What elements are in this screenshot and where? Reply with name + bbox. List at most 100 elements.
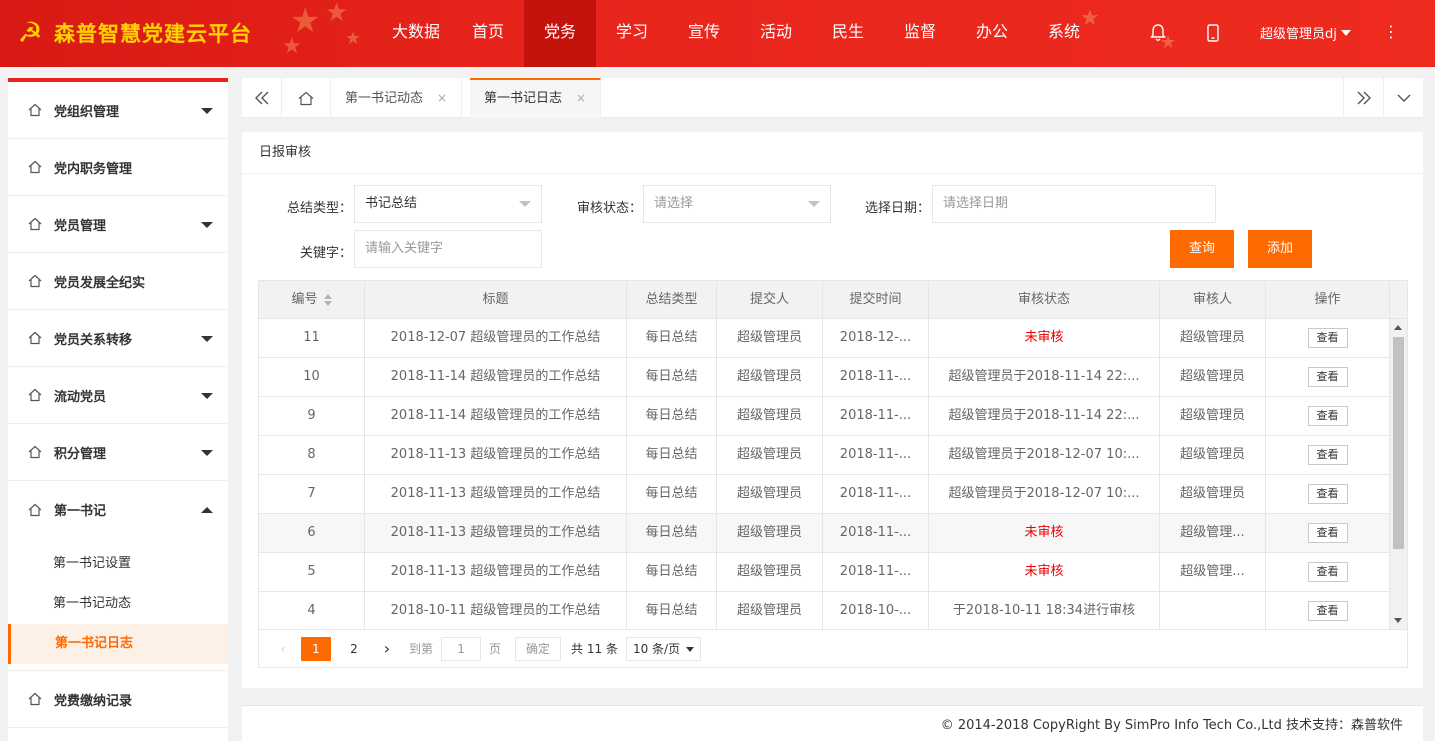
keyword-input-placeholder: 请输入关键字 xyxy=(365,241,444,256)
nav-item-home[interactable]: 首页 xyxy=(452,0,524,67)
sidebar-item-org-management[interactable]: 党组织管理 xyxy=(8,82,228,139)
goto-page-input[interactable]: 1 xyxy=(441,636,482,661)
home-icon xyxy=(298,91,314,105)
table-header: 编号 标题 总结类型 提交人 提交时间 审核状态 审核人 操作 xyxy=(259,281,1407,319)
nav-item-office[interactable]: 办公 xyxy=(956,0,1028,67)
type-select[interactable]: 书记总结 xyxy=(354,185,542,223)
tab-label: 第一书记动态 xyxy=(345,91,424,106)
cell-action: 查看 xyxy=(1266,397,1390,435)
scroll-up-icon[interactable] xyxy=(1394,325,1402,330)
view-button[interactable]: 查看 xyxy=(1307,444,1348,465)
tab-menu-button[interactable] xyxy=(1383,78,1423,118)
cell-action: 查看 xyxy=(1266,592,1390,629)
scroll-left-button[interactable] xyxy=(242,78,282,118)
page-button-1[interactable]: 1 xyxy=(301,636,331,661)
page-size-select[interactable]: 10 条/页 xyxy=(625,636,702,661)
sidebar-subitem-secretary-log[interactable]: 第一书记日志 xyxy=(8,624,228,664)
page-unit-label: 页 xyxy=(489,642,502,656)
sidebar-item-party-positions[interactable]: 党内职务管理 xyxy=(8,139,228,196)
scroll-right-button[interactable] xyxy=(1343,78,1383,118)
query-button[interactable]: 查询 xyxy=(1170,230,1234,268)
table-row[interactable]: 4 2018-10-11 超级管理员的工作总结 每日总结 超级管理员 2018-10-.… xyxy=(259,592,1407,629)
double-chevron-right-icon xyxy=(1357,91,1371,105)
sidebar-item-dues-records[interactable]: 党费缴纳记录 xyxy=(8,671,228,728)
nav-item-activity[interactable]: 活动 xyxy=(740,0,812,67)
home-icon xyxy=(28,160,42,174)
sidebar: 党组织管理 党内职务管理 党员管理 党员发展全纪实 党员关系转移 流动党员 积分… xyxy=(8,78,228,741)
sidebar-subitem-secretary-settings[interactable]: 第一书记设置 xyxy=(8,544,228,584)
user-menu[interactable]: 超级管理员dj xyxy=(1260,23,1351,42)
sidebar-item-relation-transfer[interactable]: 党员关系转移 xyxy=(8,310,228,367)
add-button[interactable]: 添加 xyxy=(1248,230,1312,268)
view-button[interactable]: 查看 xyxy=(1307,405,1348,426)
cell-type: 每日总结 xyxy=(627,319,717,357)
cell-type: 每日总结 xyxy=(627,397,717,435)
sidebar-item-member-management[interactable]: 党员管理 xyxy=(8,196,228,253)
sidebar-item-first-secretary[interactable]: 第一书记 xyxy=(8,481,228,538)
more-vertical-icon[interactable]: ⋮ xyxy=(1383,22,1399,41)
view-button[interactable]: 查看 xyxy=(1307,366,1348,387)
nav-item-bigdata[interactable]: 大数据 xyxy=(380,0,452,67)
caret-down-icon xyxy=(808,201,820,207)
page-button-2[interactable]: 2 xyxy=(339,637,369,661)
nav-item-study[interactable]: 学习 xyxy=(596,0,668,67)
view-button[interactable]: 查看 xyxy=(1307,561,1348,582)
scroll-down-icon[interactable] xyxy=(1394,618,1402,623)
column-header-time: 提交时间 xyxy=(823,281,929,318)
nav-item-system[interactable]: 系统 xyxy=(1028,0,1100,67)
next-page-button[interactable]: › xyxy=(377,637,397,661)
sidebar-item-member-development[interactable]: 党员发展全纪实 xyxy=(8,253,228,310)
cell-action: 查看 xyxy=(1266,553,1390,591)
sidebar-item-label: 第一书记 xyxy=(54,504,107,519)
date-input[interactable]: 请选择日期 xyxy=(932,185,1216,223)
cell-id: 10 xyxy=(259,358,365,396)
bell-icon[interactable] xyxy=(1148,24,1168,44)
nav-item-livelihood[interactable]: 民生 xyxy=(812,0,884,67)
view-button[interactable]: 查看 xyxy=(1307,327,1348,348)
goto-confirm-button[interactable]: 确定 xyxy=(515,636,562,661)
goto-label: 到第 xyxy=(409,642,434,656)
vertical-scrollbar[interactable] xyxy=(1390,319,1407,629)
home-icon xyxy=(28,103,42,117)
app-title: 森普智慧党建云平台 xyxy=(54,22,252,46)
view-button[interactable]: 查看 xyxy=(1307,483,1348,504)
view-button[interactable]: 查看 xyxy=(1307,522,1348,543)
cell-submitter: 超级管理员 xyxy=(717,397,823,435)
chevron-down-icon xyxy=(1397,94,1410,102)
table-row[interactable]: 9 2018-11-14 超级管理员的工作总结 每日总结 超级管理员 2018-11-.… xyxy=(259,397,1407,436)
table-row[interactable]: 6 2018-11-13 超级管理员的工作总结 每日总结 超级管理员 2018-11-.… xyxy=(259,514,1407,553)
nav-item-publicity[interactable]: 宣传 xyxy=(668,0,740,67)
sidebar-item-mobile-members[interactable]: 流动党员 xyxy=(8,367,228,424)
table-row[interactable]: 5 2018-11-13 超级管理员的工作总结 每日总结 超级管理员 2018-11-.… xyxy=(259,553,1407,592)
table-row[interactable]: 7 2018-11-13 超级管理员的工作总结 每日总结 超级管理员 2018-11-.… xyxy=(259,475,1407,514)
table-row[interactable]: 11 2018-12-07 超级管理员的工作总结 每日总结 超级管理员 2018-12-… xyxy=(259,319,1407,358)
keyword-input[interactable]: 请输入关键字 xyxy=(354,230,542,268)
status-select[interactable]: 请选择 xyxy=(643,185,831,223)
table-row[interactable]: 10 2018-11-14 超级管理员的工作总结 每日总结 超级管理员 2018-11-… xyxy=(259,358,1407,397)
tab-secretary-log[interactable]: 第一书记日志 × xyxy=(470,78,602,118)
star-decoration: ★ xyxy=(345,28,362,49)
caret-down-icon xyxy=(519,201,531,207)
nav-item-party-affairs[interactable]: 党务 xyxy=(524,0,596,67)
sidebar-subitem-secretary-news[interactable]: 第一书记动态 xyxy=(8,584,228,624)
nav-item-supervision[interactable]: 监督 xyxy=(884,0,956,67)
card-title: 日报审核 xyxy=(242,132,1423,174)
tab-secretary-news[interactable]: 第一书记动态 × xyxy=(330,78,463,118)
close-icon[interactable]: × xyxy=(576,91,586,105)
home-tab-button[interactable] xyxy=(286,78,326,118)
scrollbar-thumb[interactable] xyxy=(1393,337,1404,549)
logo[interactable]: ☭ 森普智慧党建云平台 xyxy=(14,17,252,49)
sidebar-item-points[interactable]: 积分管理 xyxy=(8,424,228,481)
cell-submitter: 超级管理员 xyxy=(717,358,823,396)
cell-status: 于2018-10-11 18:34进行审核 xyxy=(929,592,1160,629)
prev-page-button[interactable]: ‹ xyxy=(273,637,293,661)
close-icon[interactable]: × xyxy=(437,91,447,105)
table-row[interactable]: 8 2018-11-13 超级管理员的工作总结 每日总结 超级管理员 2018-11-.… xyxy=(259,436,1407,475)
cell-submitter: 超级管理员 xyxy=(717,436,823,474)
cell-time: 2018-11-... xyxy=(823,475,929,513)
view-button[interactable]: 查看 xyxy=(1307,600,1348,621)
mobile-icon[interactable] xyxy=(1203,24,1223,44)
sidebar-item-label: 党组织管理 xyxy=(54,104,120,120)
sort-icon[interactable] xyxy=(323,293,332,306)
column-header-id[interactable]: 编号 xyxy=(259,281,365,318)
